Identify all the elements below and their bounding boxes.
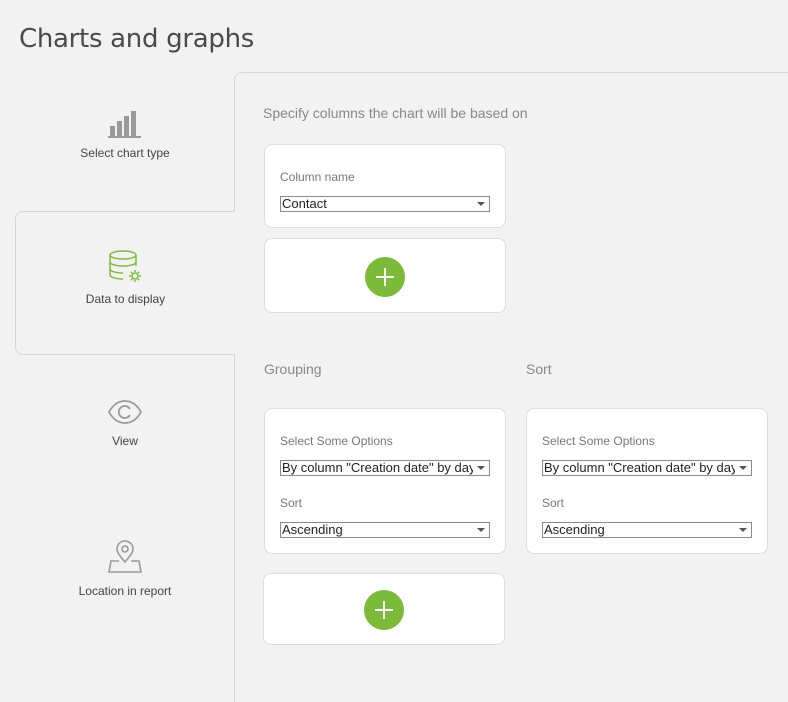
location-pin-icon bbox=[107, 540, 143, 576]
sort-card: Select Some Options By column "Creation … bbox=[526, 408, 768, 554]
step-data-to-display[interactable]: Data to display bbox=[15, 211, 235, 355]
step-select-chart-type[interactable]: Select chart type bbox=[15, 110, 235, 160]
sort-options-label: Select Some Options bbox=[542, 434, 655, 448]
sort-direction-select[interactable]: Ascending bbox=[542, 522, 752, 538]
grouping-sort-value: Ascending bbox=[282, 522, 343, 537]
sort-options-value: By column "Creation date" by day bbox=[544, 460, 738, 475]
step-label: Location in report bbox=[78, 584, 172, 598]
step-label: View bbox=[112, 434, 138, 448]
column-card: Column name Contact bbox=[264, 144, 506, 228]
bar-chart-icon bbox=[108, 110, 142, 138]
grouping-card: Select Some Options By column "Creation … bbox=[264, 408, 506, 554]
column-name-select[interactable]: Contact bbox=[280, 196, 490, 212]
grouping-options-value: By column "Creation date" by day bbox=[282, 460, 476, 475]
add-column-button[interactable] bbox=[365, 257, 405, 297]
sort-heading: Sort bbox=[526, 361, 552, 377]
add-grouping-button[interactable] bbox=[364, 590, 404, 630]
sort-options-select[interactable]: By column "Creation date" by day bbox=[542, 460, 752, 476]
chevron-down-icon bbox=[473, 523, 489, 537]
step-label: Select chart type bbox=[80, 146, 170, 160]
eye-icon bbox=[107, 398, 143, 426]
grouping-sort-select[interactable]: Ascending bbox=[280, 522, 490, 538]
add-grouping-card bbox=[263, 573, 505, 645]
step-label: Data to display bbox=[85, 292, 166, 306]
grouping-options-label: Select Some Options bbox=[280, 434, 393, 448]
add-column-card bbox=[264, 238, 506, 313]
sort-sort-label: Sort bbox=[542, 496, 565, 510]
grouping-heading: Grouping bbox=[264, 361, 322, 377]
sort-direction-value: Ascending bbox=[544, 522, 605, 537]
grouping-options-select[interactable]: By column "Creation date" by day bbox=[280, 460, 490, 476]
chevron-down-icon bbox=[735, 461, 751, 475]
chevron-down-icon bbox=[473, 461, 489, 475]
step-location-in-report[interactable]: Location in report bbox=[15, 540, 235, 598]
column-name-label: Column name bbox=[280, 170, 355, 184]
chevron-down-icon bbox=[735, 523, 751, 537]
grouping-sort-label: Sort bbox=[280, 496, 303, 510]
columns-section-heading: Specify columns the chart will be based … bbox=[263, 105, 528, 121]
column-name-value: Contact bbox=[282, 196, 327, 211]
chevron-down-icon bbox=[473, 197, 489, 211]
step-view[interactable]: View bbox=[15, 398, 235, 448]
page-title: Charts and graphs bbox=[19, 24, 254, 54]
database-settings-icon bbox=[108, 250, 144, 284]
